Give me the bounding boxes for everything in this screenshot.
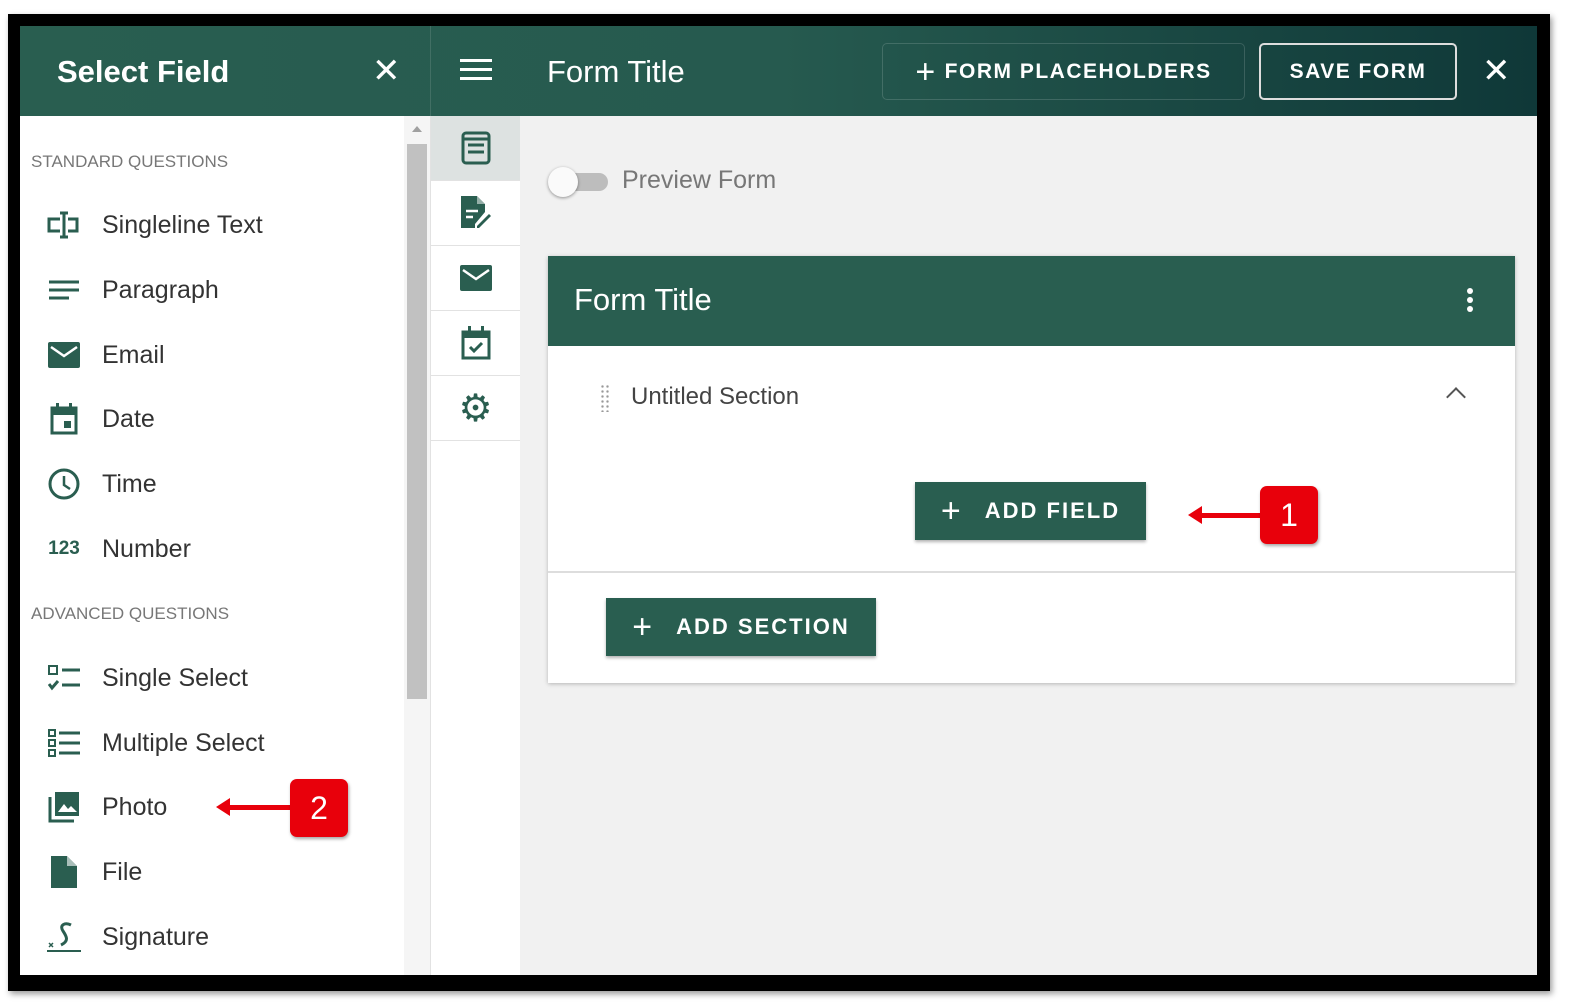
email-icon bbox=[46, 340, 82, 370]
multiple-select-icon bbox=[46, 728, 82, 758]
form-card-title[interactable]: Form Title bbox=[574, 282, 712, 318]
add-field-button[interactable]: + ADD FIELD bbox=[915, 482, 1146, 540]
preview-form-label: Preview Form bbox=[622, 166, 777, 194]
section-heading-standard: STANDARD QUESTIONS bbox=[31, 152, 229, 171]
panel-title: Select Field bbox=[57, 54, 230, 89]
field-email[interactable]: Email bbox=[20, 327, 404, 383]
edit-document-icon bbox=[460, 196, 491, 228]
annotation-callout-1: 1 bbox=[1260, 486, 1318, 544]
field-date[interactable]: Date bbox=[20, 391, 404, 447]
top-bar: Select Field ✕ Form Title + FORM PLACEHOL… bbox=[20, 26, 1537, 116]
signature-icon bbox=[46, 922, 82, 952]
section-heading-advanced: ADVANCED QUESTIONS bbox=[31, 604, 230, 623]
annotation-arrow-2 bbox=[216, 798, 292, 816]
clock-icon bbox=[46, 468, 82, 500]
single-select-icon bbox=[46, 663, 82, 693]
plus-icon: + bbox=[632, 608, 655, 646]
calendar-icon bbox=[46, 403, 82, 435]
app-window: Select Field ✕ Form Title + FORM PLACEHOL… bbox=[20, 26, 1537, 975]
add-field-label: ADD FIELD bbox=[984, 498, 1121, 523]
chevron-up-icon[interactable] bbox=[1446, 387, 1466, 407]
paragraph-icon bbox=[46, 275, 82, 305]
plus-icon: + bbox=[915, 52, 937, 91]
form-card: Form Title Untitled Section + ADD FIELD +… bbox=[548, 256, 1515, 683]
email-icon bbox=[459, 265, 492, 291]
more-options-icon[interactable] bbox=[1467, 288, 1473, 315]
add-section-button[interactable]: + ADD SECTION bbox=[606, 598, 876, 656]
scrollbar[interactable] bbox=[404, 116, 430, 975]
field-number[interactable]: 123 Number bbox=[20, 521, 404, 577]
close-icon[interactable]: ✕ bbox=[1482, 54, 1511, 88]
form-title-heading: Form Title bbox=[547, 54, 685, 89]
drag-handle-icon[interactable] bbox=[600, 384, 610, 412]
form-placeholders-button[interactable]: + FORM PLACEHOLDERS bbox=[882, 43, 1245, 100]
number-icon: 123 bbox=[48, 538, 80, 559]
field-signature[interactable]: Signature bbox=[20, 909, 404, 965]
rail-settings-button[interactable]: ⚙ bbox=[431, 376, 520, 441]
rail-calendar-button[interactable] bbox=[431, 311, 520, 376]
field-time[interactable]: Time bbox=[20, 456, 404, 512]
annotation-callout-2: 2 bbox=[290, 779, 348, 837]
rail-form-button[interactable] bbox=[431, 116, 520, 181]
form-section: Untitled Section + ADD FIELD bbox=[548, 346, 1515, 573]
icon-rail: ⚙ bbox=[430, 116, 520, 975]
text-field-icon bbox=[46, 210, 82, 240]
add-section-label: ADD SECTION bbox=[676, 614, 850, 639]
scrollbar-thumb[interactable] bbox=[407, 144, 427, 699]
close-panel-icon[interactable]: ✕ bbox=[372, 54, 401, 88]
form-placeholders-label: FORM PLACEHOLDERS bbox=[944, 59, 1212, 83]
gear-icon: ⚙ bbox=[458, 387, 493, 430]
divider bbox=[430, 26, 431, 116]
calendar-check-icon bbox=[461, 326, 490, 360]
field-singleline-text[interactable]: Singleline Text bbox=[20, 197, 404, 253]
field-single-select[interactable]: Single Select bbox=[20, 650, 404, 706]
section-title[interactable]: Untitled Section bbox=[631, 383, 799, 411]
form-icon bbox=[461, 131, 490, 165]
photo-icon bbox=[46, 792, 82, 823]
field-multiple-select[interactable]: Multiple Select bbox=[20, 715, 404, 771]
field-paragraph[interactable]: Paragraph bbox=[20, 262, 404, 318]
menu-icon[interactable] bbox=[460, 59, 492, 81]
file-icon bbox=[46, 856, 82, 888]
form-card-header: Form Title bbox=[548, 256, 1515, 346]
annotation-arrow-1 bbox=[1188, 506, 1262, 524]
plus-icon: + bbox=[940, 492, 963, 530]
save-form-button[interactable]: SAVE FORM bbox=[1259, 43, 1457, 100]
field-file[interactable]: File bbox=[20, 844, 404, 900]
preview-form-toggle[interactable] bbox=[548, 166, 610, 197]
rail-email-button[interactable] bbox=[431, 246, 520, 311]
rail-edit-button[interactable] bbox=[431, 181, 520, 246]
scroll-up-icon[interactable] bbox=[412, 126, 422, 132]
field-list: STANDARD QUESTIONS Singleline Text Parag… bbox=[20, 116, 404, 975]
